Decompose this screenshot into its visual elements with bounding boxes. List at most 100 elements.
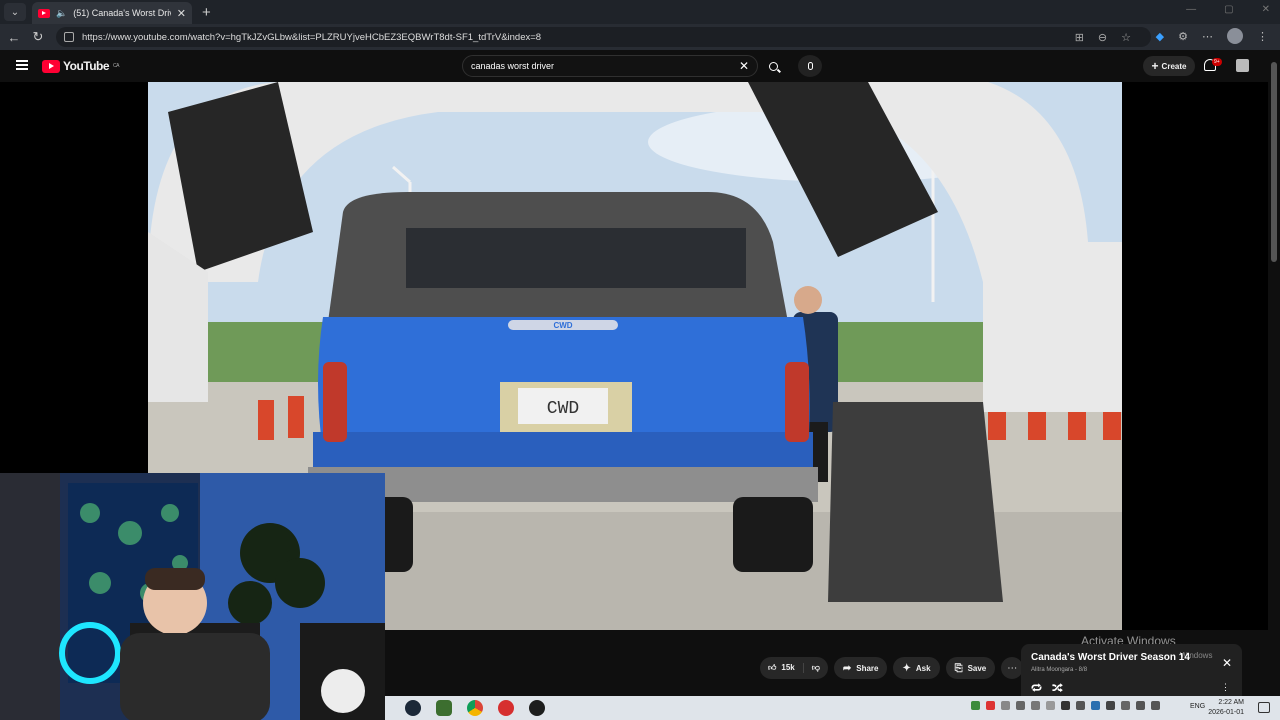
windows-taskbar: ENG 2:22 AM 2026-01-01 — [385, 696, 1280, 720]
playlist-controls: 🔁︎ 🔀︎ — [1031, 680, 1063, 696]
maximize-button[interactable]: ▢ — [1224, 4, 1233, 15]
like-button[interactable]: 👍︎ 15k — [760, 663, 804, 673]
thumbs-up-icon: 👍︎ — [768, 663, 777, 672]
share-icon: ➦ — [842, 662, 852, 674]
app-red-icon[interactable] — [498, 700, 514, 716]
close-window-button[interactable]: ✕ — [1262, 4, 1270, 15]
minimize-button[interactable]: — — [1186, 4, 1196, 15]
new-tab-button[interactable]: + — [202, 4, 211, 21]
tray-app-icon[interactable] — [971, 701, 980, 710]
tray-app-icon[interactable] — [1001, 701, 1010, 710]
search-button[interactable] — [760, 55, 786, 77]
webcam-overlay — [0, 473, 385, 720]
url-text: https://www.youtube.com/watch?v=hgTkJZvG… — [82, 31, 542, 43]
save-button[interactable]: ⎘ Save — [945, 657, 996, 679]
video-actions: 👍︎ 15k 👎︎ ➦ Share ✦ Ask ⎘ Save ⋯ — [760, 657, 1024, 679]
reload-button[interactable]: ↻ — [26, 29, 50, 45]
active-tab[interactable]: 🔈 (51) Canada's Worst Driver S ✕ — [32, 2, 192, 24]
back-button[interactable]: ← — [2, 30, 26, 45]
search-input[interactable]: canadas worst driver ✕ — [462, 55, 758, 77]
playlist-subtitle: Alitra Moongara - 8/8 — [1031, 667, 1088, 673]
tray-app-icon[interactable] — [1016, 701, 1025, 710]
plus-icon: + — [1151, 59, 1159, 73]
license-plate-text: CWD — [547, 399, 579, 419]
mic-icon — [807, 62, 813, 70]
site-info-icon[interactable] — [64, 32, 74, 42]
file-explorer-icon[interactable] — [436, 700, 452, 716]
youtube-header: YouTube CA canadas worst driver ✕ + Crea… — [0, 50, 1280, 82]
youtube-play-icon — [42, 59, 60, 73]
create-label: Create — [1161, 61, 1187, 71]
search-query: canadas worst driver — [471, 61, 555, 71]
notification-center-icon[interactable] — [1258, 702, 1270, 713]
watermark-subtext: Windows — [1180, 651, 1213, 660]
tray-app-icon[interactable] — [1031, 701, 1040, 710]
profile-avatar[interactable] — [1227, 28, 1243, 44]
trunk-badge-text: CWD — [553, 321, 572, 330]
speaker-icon[interactable]: 🔈 — [56, 8, 67, 19]
taskbar-clock[interactable]: 2:22 AM 2026-01-01 — [1208, 698, 1244, 718]
tab-list-dropdown[interactable]: ⌄ — [4, 3, 26, 21]
tab-close-button[interactable]: ✕ — [177, 7, 186, 20]
speaker-icon[interactable] — [1151, 701, 1160, 710]
like-dislike-group: 👍︎ 15k 👎︎ — [760, 657, 828, 679]
ask-label: Ask — [915, 663, 931, 673]
create-button[interactable]: + Create — [1143, 56, 1195, 76]
window-controls: — ▢ ✕ — [1186, 4, 1270, 15]
app-install-icon[interactable]: ⊞ — [1075, 31, 1084, 44]
browser-kebab-icon[interactable]: ⋮ — [1257, 30, 1268, 43]
clock-time: 2:22 AM — [1218, 699, 1244, 706]
dislike-button[interactable]: 👎︎ — [804, 663, 828, 673]
clock-date: 2026-01-01 — [1208, 709, 1244, 716]
tray-app-icon[interactable] — [1046, 701, 1055, 710]
shuffle-icon[interactable]: 🔀︎ — [1052, 680, 1063, 696]
tray-app-icon[interactable] — [1076, 701, 1085, 710]
youtube-favicon-icon — [38, 8, 50, 18]
menu-hamburger-icon[interactable] — [16, 60, 28, 70]
address-toolbar: ← ↻ https://www.youtube.com/watch?v=hgTk… — [0, 24, 1280, 50]
more-actions-button[interactable]: ⋯ — [1001, 657, 1024, 679]
steam-icon[interactable] — [405, 700, 421, 716]
more-icon: ⋯ — [1007, 662, 1018, 674]
system-tray — [971, 701, 1160, 710]
clear-search-icon[interactable]: ✕ — [739, 59, 749, 73]
region-code: CA — [113, 63, 119, 69]
extension-icons: ◆ ⚙ ⋯ ⋮ — [1156, 28, 1268, 44]
tray-app-icon[interactable] — [1106, 701, 1115, 710]
voice-search-button[interactable] — [798, 55, 822, 77]
network-icon[interactable] — [1136, 701, 1145, 710]
browser-tab-bar: ⌄ 🔈 (51) Canada's Worst Driver S ✕ + — ▢… — [0, 0, 1280, 24]
extensions-puzzle-icon[interactable]: ⚙ — [1178, 30, 1188, 43]
share-button[interactable]: ➦ Share — [833, 657, 888, 679]
tray-app-icon[interactable] — [1091, 701, 1100, 710]
scrollbar-thumb[interactable] — [1271, 62, 1277, 262]
ask-button[interactable]: ✦ Ask — [893, 657, 940, 679]
thumbs-down-icon: 👎︎ — [811, 663, 820, 672]
youtube-wordmark: YouTube — [63, 59, 110, 73]
browser-menu-icon[interactable]: ⋯ — [1202, 30, 1213, 43]
language-indicator[interactable]: ENG — [1190, 703, 1205, 710]
notification-badge: 9+ — [1212, 58, 1222, 66]
sparkle-icon: ✦ — [902, 662, 911, 674]
chrome-icon[interactable] — [467, 700, 483, 716]
close-playlist-icon[interactable]: ✕ — [1222, 656, 1232, 670]
search-icon — [768, 61, 778, 71]
url-bar-icons: ⊞ ⊖ ☆ — [1075, 31, 1131, 44]
playlist-menu-icon[interactable]: ⋮ — [1221, 682, 1230, 693]
like-count: 15k — [781, 663, 795, 672]
app-dark-icon[interactable] — [529, 700, 545, 716]
extension-icon[interactable]: ◆ — [1156, 30, 1164, 43]
bookmark-star-icon[interactable]: ☆ — [1121, 31, 1131, 44]
share-label: Share — [856, 663, 879, 673]
tray-app-icon[interactable] — [1121, 701, 1130, 710]
loop-icon[interactable]: 🔁︎ — [1031, 680, 1042, 696]
tray-app-icon[interactable] — [1061, 701, 1070, 710]
url-field[interactable]: https://www.youtube.com/watch?v=hgTkJZvG… — [56, 27, 1151, 47]
account-avatar[interactable] — [1236, 59, 1249, 72]
webcam-scene — [0, 473, 385, 720]
zoom-icon[interactable]: ⊖ — [1098, 31, 1107, 44]
youtube-logo[interactable]: YouTube CA — [42, 59, 119, 73]
page-scrollbar[interactable] — [1268, 50, 1280, 700]
tray-app-icon[interactable] — [986, 701, 995, 710]
tab-title: (51) Canada's Worst Driver S — [73, 8, 171, 18]
